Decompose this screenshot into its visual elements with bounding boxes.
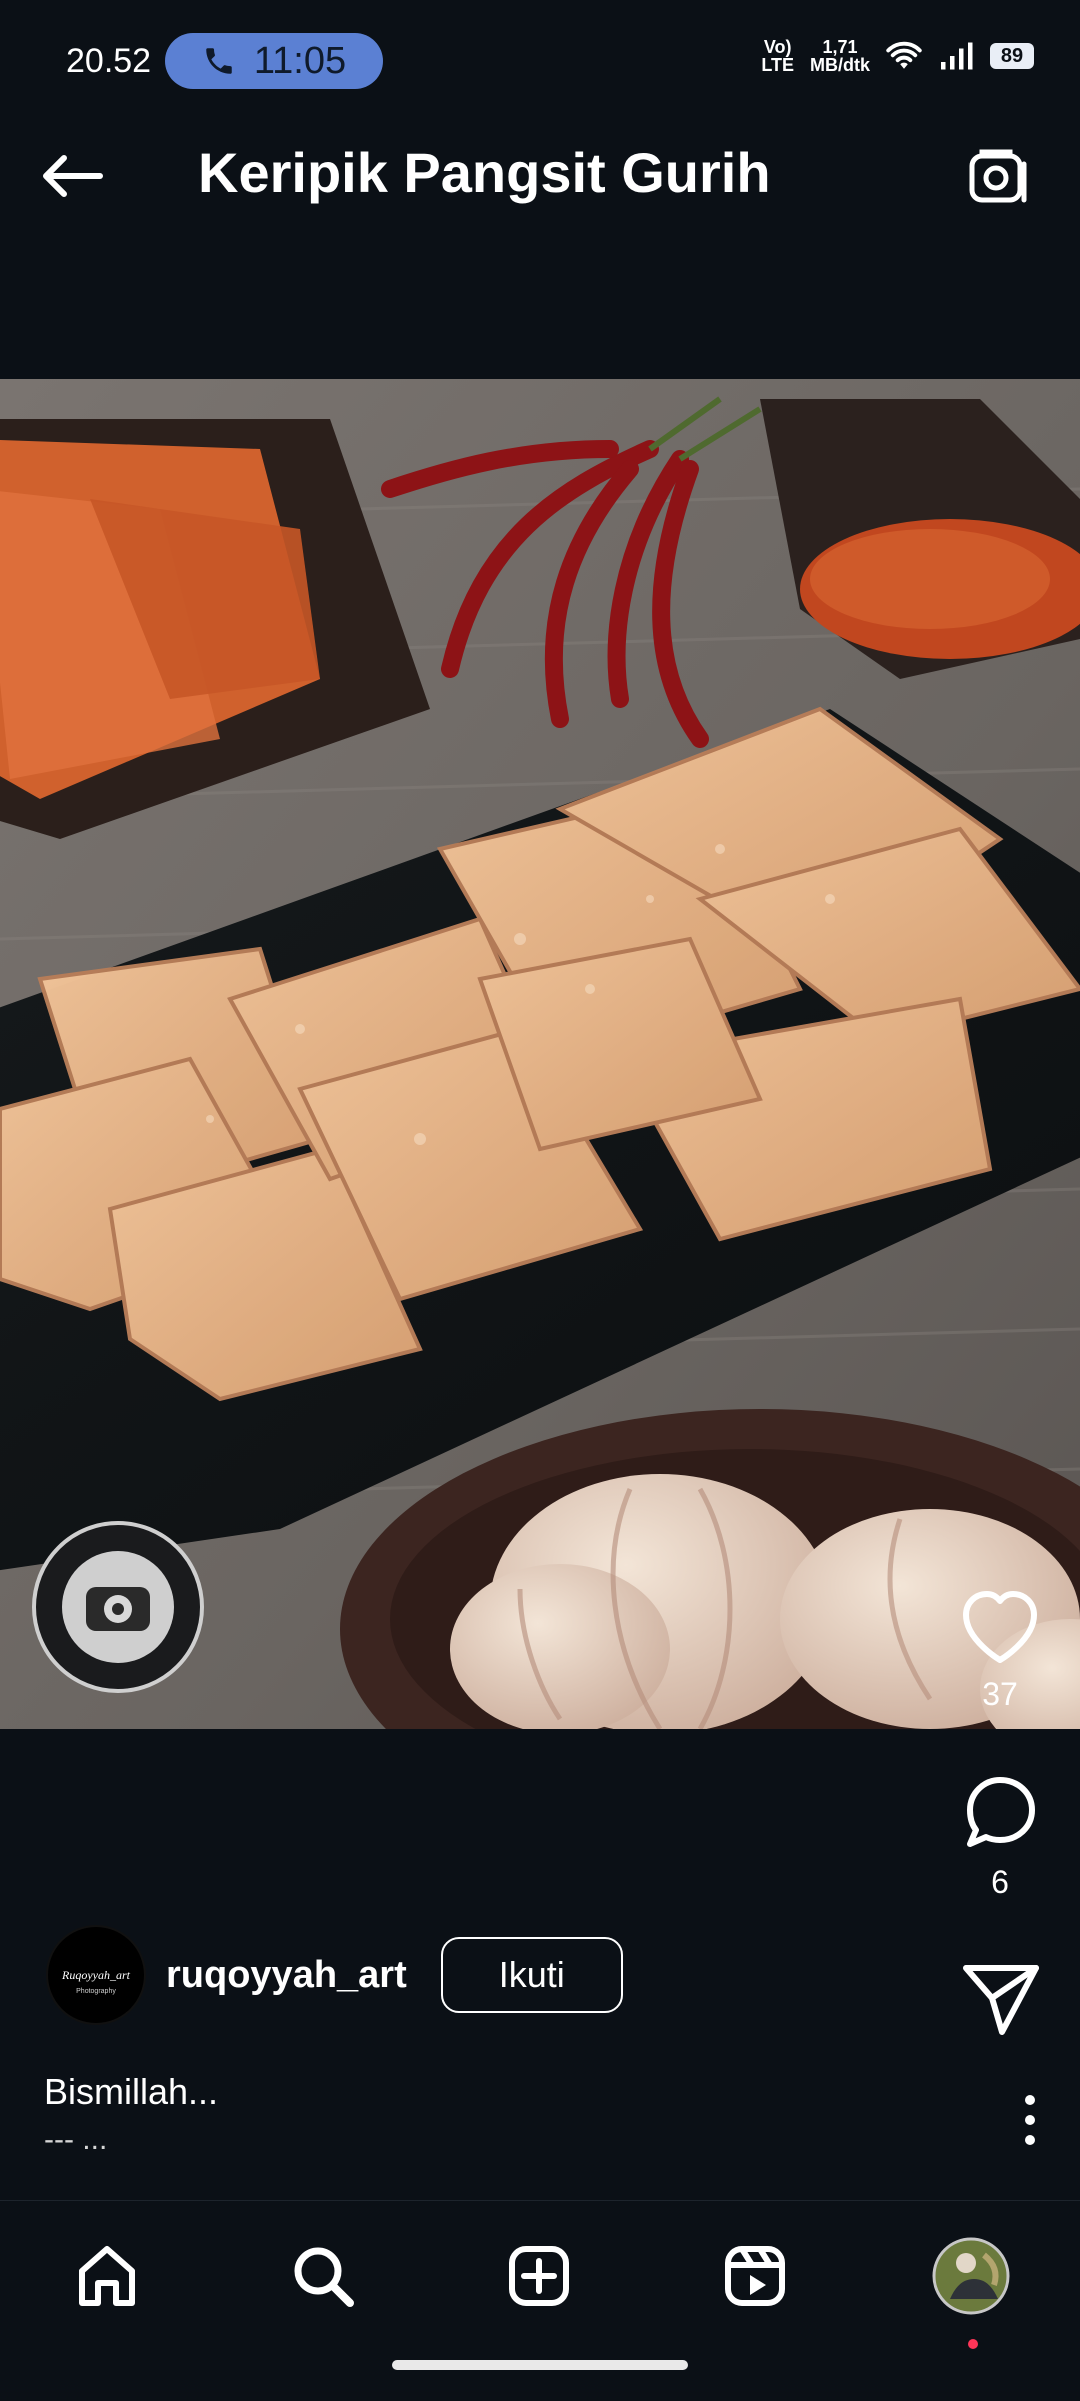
svg-text:Photography: Photography bbox=[76, 1988, 116, 1995]
status-time: 20.52 bbox=[66, 42, 152, 80]
volte-top-label: Vo) bbox=[763, 37, 792, 57]
home-icon bbox=[79, 2246, 135, 2306]
send-icon bbox=[963, 1965, 1039, 2035]
comment-icon bbox=[967, 1777, 1035, 1847]
back-button[interactable] bbox=[40, 152, 104, 205]
camera-button[interactable] bbox=[966, 146, 1030, 215]
nav-create[interactable] bbox=[494, 2231, 584, 2321]
heart-icon bbox=[963, 1591, 1037, 1663]
phone-icon bbox=[206, 48, 232, 74]
wifi-icon bbox=[886, 41, 922, 69]
arrow-left-icon bbox=[43, 155, 103, 197]
comment-action[interactable]: 6 bbox=[920, 1770, 1080, 1901]
status-icons: Vo) LTE 1,71 MB/dtk 89 bbox=[761, 38, 1034, 74]
camera-icon bbox=[969, 149, 1027, 203]
nav-reels[interactable] bbox=[710, 2231, 800, 2321]
network-speed-value: 1,71 bbox=[822, 37, 858, 57]
reels-icon bbox=[725, 2246, 785, 2306]
status-bar: 20.52 11:05 Vo) LTE 1,71 MB/dtk 89 bbox=[0, 0, 1080, 92]
call-timer: 11:05 bbox=[253, 39, 347, 82]
like-action[interactable]: 37 bbox=[920, 1588, 1080, 1713]
network-speed: 1,71 MB/dtk bbox=[810, 38, 870, 74]
signal-icon bbox=[941, 42, 973, 70]
food-photo-illustration bbox=[0, 379, 1080, 1729]
ongoing-call-pill[interactable]: 11:05 bbox=[165, 33, 383, 89]
post-image[interactable] bbox=[0, 379, 1080, 1729]
svg-text:Ruqoyyah_art: Ruqoyyah_art bbox=[61, 1968, 131, 1982]
battery-indicator: 89 bbox=[990, 43, 1034, 69]
network-speed-unit: MB/dtk bbox=[810, 55, 870, 75]
plus-square-icon bbox=[509, 2246, 569, 2306]
post-caption[interactable]: Bismillah... --- ... bbox=[44, 2068, 218, 2164]
share-action[interactable] bbox=[920, 1962, 1080, 2036]
nav-home[interactable] bbox=[62, 2231, 152, 2321]
search-icon bbox=[294, 2247, 354, 2307]
more-options-button[interactable] bbox=[1020, 2090, 1040, 2155]
watermark-badge bbox=[32, 1521, 204, 1693]
more-vertical-icon bbox=[1025, 2095, 1035, 2145]
profile-avatar-icon bbox=[932, 2237, 1010, 2315]
volte-bottom-label: LTE bbox=[761, 55, 794, 75]
caption-line-1: Bismillah... bbox=[44, 2071, 219, 2112]
profile-notification-dot bbox=[968, 2339, 978, 2349]
author-avatar[interactable]: Ruqoyyah_art Photography bbox=[46, 1925, 146, 2025]
gesture-handle[interactable] bbox=[392, 2360, 688, 2370]
author-username[interactable]: ruqoyyah_art bbox=[166, 1954, 407, 1997]
bottom-navigation bbox=[0, 2200, 1080, 2401]
volte-indicator: Vo) LTE bbox=[761, 38, 794, 74]
like-count: 37 bbox=[982, 1676, 1018, 1712]
author-avatar-logo: Ruqoyyah_art Photography bbox=[54, 1933, 138, 2017]
nav-search[interactable] bbox=[278, 2231, 368, 2321]
page-title: Keripik Pangsit Gurih bbox=[198, 141, 771, 204]
post-header: Keripik Pangsit Gurih bbox=[0, 92, 1080, 247]
comment-count: 6 bbox=[991, 1864, 1009, 1900]
post-author-row: Ruqoyyah_art Photography ruqoyyah_art Ik… bbox=[46, 1925, 623, 2025]
caption-line-2: --- ... bbox=[44, 2123, 108, 2156]
follow-button[interactable]: Ikuti bbox=[440, 1937, 623, 2013]
nav-profile[interactable] bbox=[926, 2231, 1016, 2321]
